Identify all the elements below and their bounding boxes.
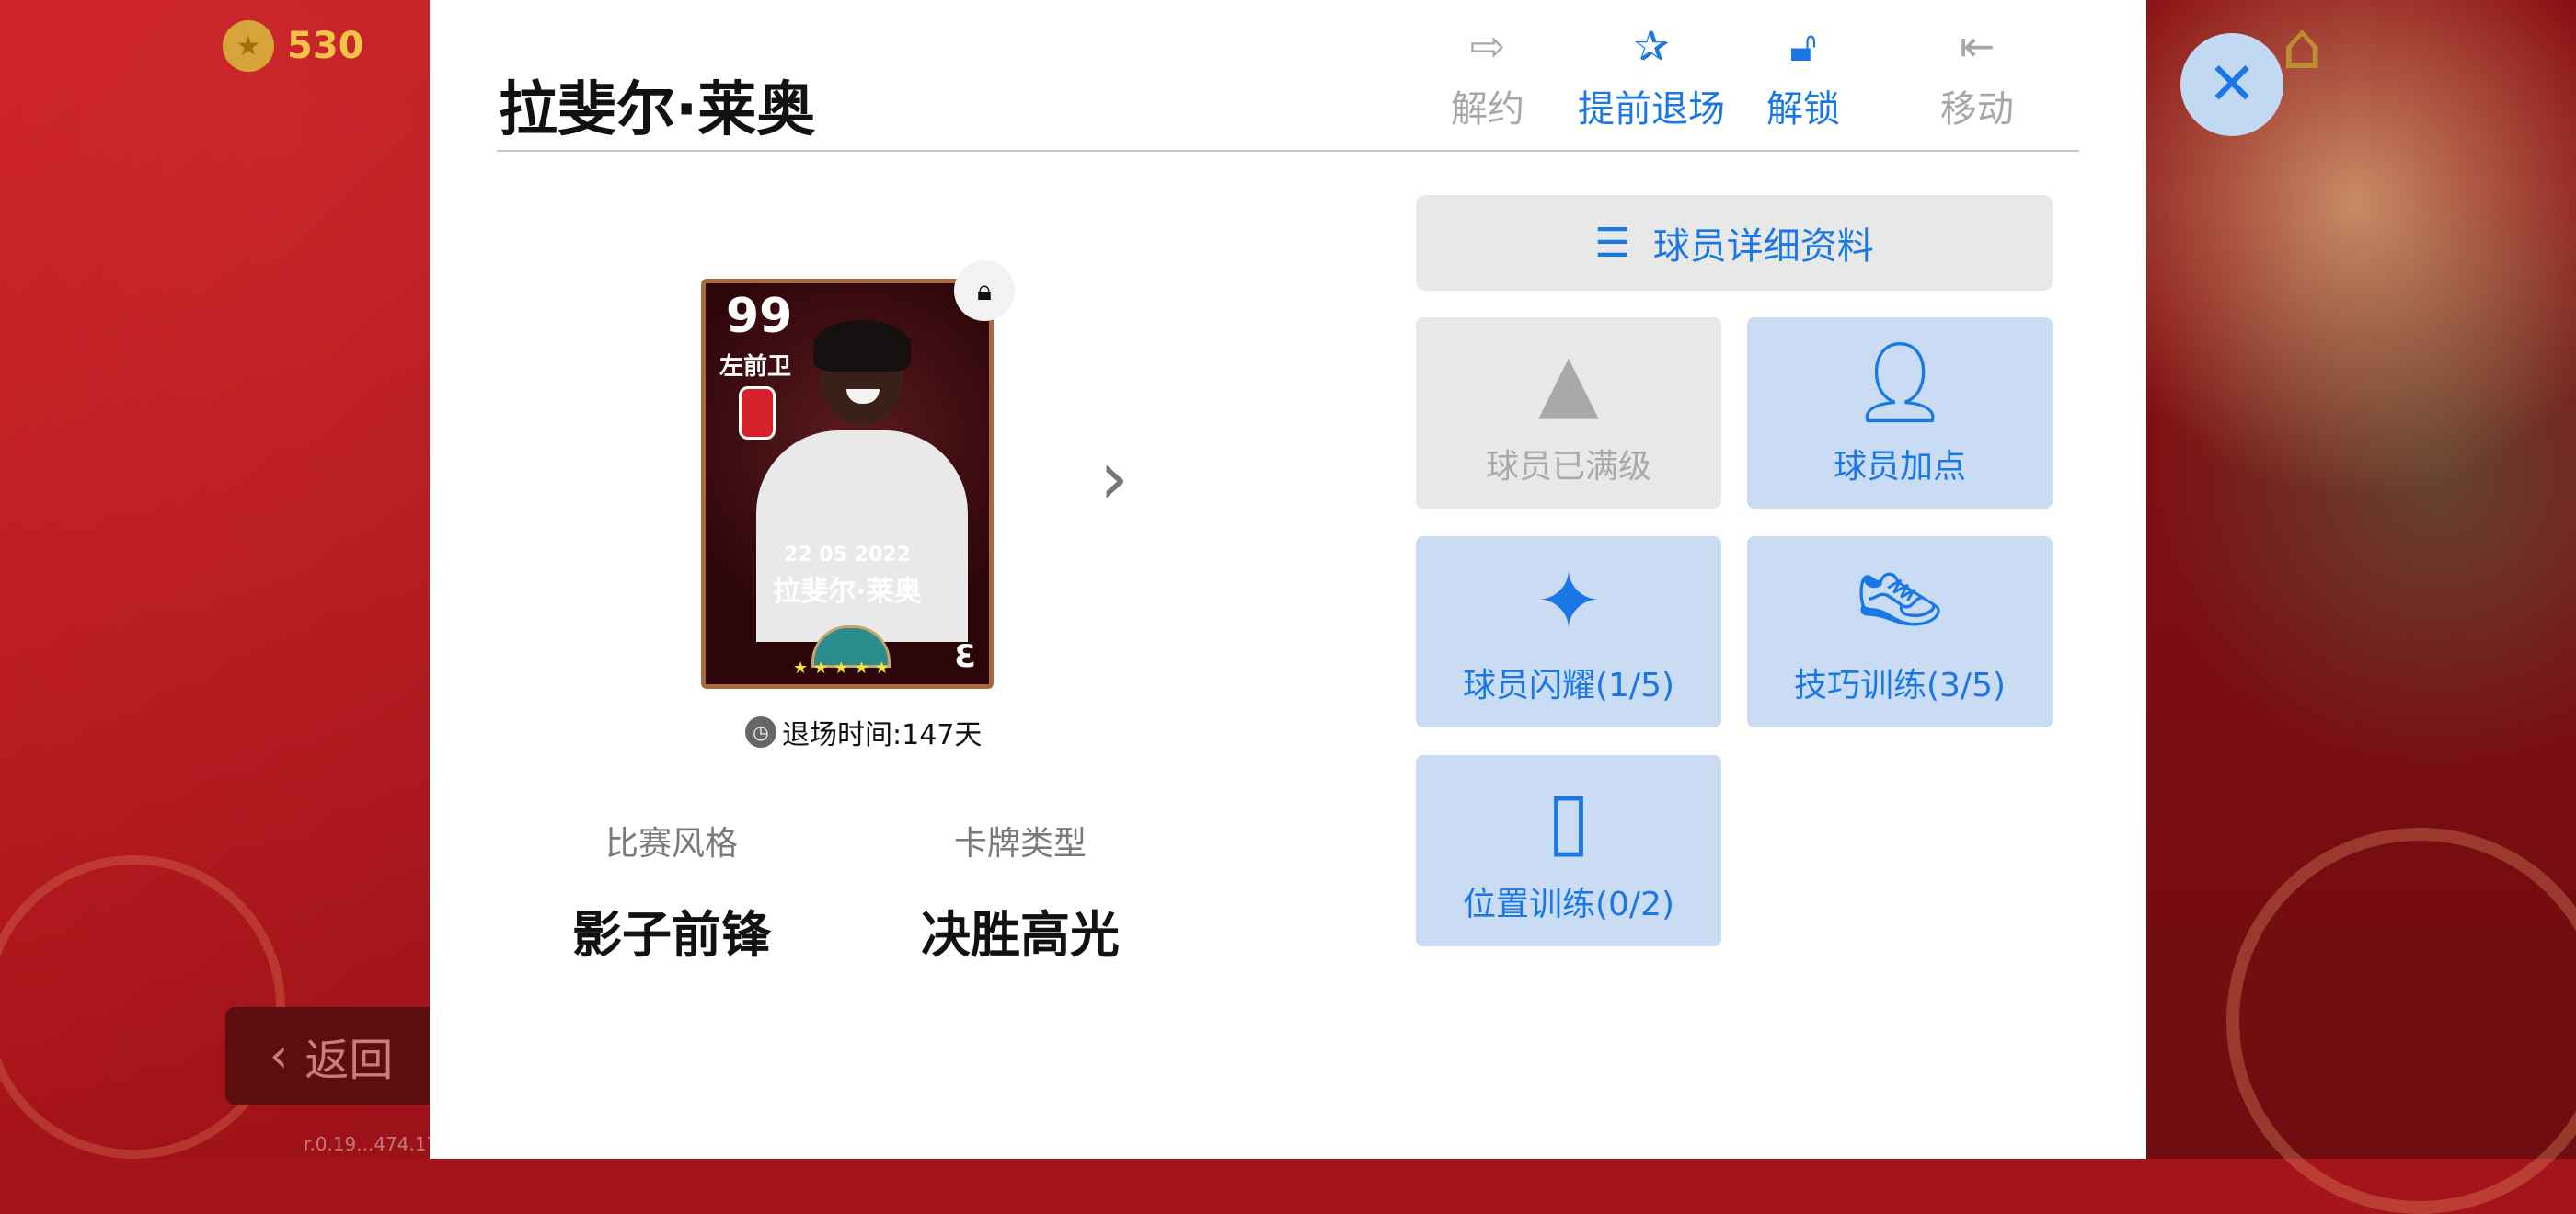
player-boost-icon: 👤︎ — [1849, 337, 1950, 429]
player-details-button[interactable]: ☰ 球员详细资料 — [1416, 195, 2053, 291]
boot-icon: 👟︎ — [1849, 555, 1950, 647]
unlock-button[interactable]: 🔓︎ 解锁 — [1739, 20, 1868, 132]
play-style-stat: 比赛风格 影子前锋 — [552, 817, 791, 967]
lock-icon: 🔒︎ — [954, 260, 1015, 321]
position-training-label: 位置训练(0/2) — [1462, 886, 1675, 923]
card-type-label: 卡牌类型 — [953, 825, 1087, 863]
play-style-label: 比赛风格 — [604, 825, 738, 863]
currency-amount: 530 — [287, 25, 364, 67]
player-boost-tile[interactable]: 👤︎ 球员加点 — [1747, 317, 2053, 509]
player-card[interactable]: 99 左前卫 22 05 2022 拉斐尔·莱奥 ★★★★★ Ɛ — [701, 279, 994, 689]
card-type-value: 决胜高光 — [921, 906, 1120, 964]
list-icon: ☰ — [1594, 219, 1631, 267]
move-label: 移动 — [1940, 88, 2014, 131]
chevron-left-icon: ‹ — [269, 1028, 289, 1083]
sparkle-icon: ✦ — [1535, 555, 1603, 647]
card-stars: ★★★★★ — [793, 659, 895, 678]
terminate-icon: ⇨ — [1469, 21, 1506, 71]
coin-icon: ★ — [223, 20, 274, 72]
level-maxed-tile: ▲ 球员已满级 — [1416, 317, 1721, 509]
title-divider — [497, 150, 2079, 152]
close-button[interactable]: ✕ — [2180, 33, 2283, 136]
position-training-tile[interactable]: ▯ 位置训练(0/2) — [1416, 755, 1721, 946]
player-name-title: 拉斐尔·莱奥 — [499, 76, 816, 144]
efootball-logo-icon: Ɛ — [954, 638, 976, 675]
star-exit-icon: ✰ — [1633, 21, 1670, 71]
player-shine-tile[interactable]: ✦ 球员闪耀(1/5) — [1416, 536, 1721, 727]
cone-icon: ▲ — [1537, 337, 1600, 429]
move-icon: ⇤ — [1959, 21, 1995, 71]
pitch-icon: ▯ — [1547, 774, 1591, 866]
player-panel: 拉斐尔·莱奥 ⇨ 解约 ✰ 提前退场 🔓︎ 解锁 ⇤ 移动 99 左前卫 22 … — [430, 0, 2146, 1159]
exit-time-text: 退场时间:147天 — [782, 719, 983, 751]
skill-training-label: 技巧训练(3/5) — [1793, 667, 2007, 704]
player-details-label: 球员详细资料 — [1652, 225, 1874, 268]
back-button[interactable]: ‹ 返回 — [225, 1007, 437, 1105]
play-style-value: 影子前锋 — [572, 906, 771, 964]
level-maxed-label: 球员已满级 — [1485, 448, 1651, 486]
exit-timer: ◷ 退场时间:147天 — [745, 712, 982, 752]
card-player-name: 拉斐尔·莱奥 — [773, 576, 922, 608]
player-shine-label: 球员闪耀(1/5) — [1462, 667, 1675, 704]
player-boost-label: 球员加点 — [1833, 448, 1966, 486]
move-button[interactable]: ⇤ 移动 — [1913, 20, 2041, 132]
terminate-contract-button[interactable]: ⇨ 解约 — [1423, 20, 1552, 132]
currency-display: ★ 530 — [223, 20, 364, 72]
skill-training-tile[interactable]: 👟︎ 技巧训练(3/5) — [1747, 536, 2053, 727]
home-icon[interactable]: ⌂ — [2282, 14, 2346, 78]
card-type-stat: 卡牌类型 决胜高光 — [901, 817, 1140, 967]
unlock-icon: 🔓︎ — [1789, 21, 1817, 71]
unlock-label: 解锁 — [1766, 88, 1840, 131]
card-date: 22 05 2022 — [784, 544, 911, 567]
clock-icon: ◷ — [745, 716, 776, 748]
early-exit-button[interactable]: ✰ 提前退场 — [1564, 20, 1739, 132]
next-card-chevron-icon[interactable]: › — [1099, 441, 1129, 515]
close-icon: ✕ — [2207, 51, 2257, 119]
back-label: 返回 — [305, 1035, 394, 1086]
early-exit-label: 提前退场 — [1578, 88, 1725, 131]
terminate-label: 解约 — [1451, 88, 1524, 131]
